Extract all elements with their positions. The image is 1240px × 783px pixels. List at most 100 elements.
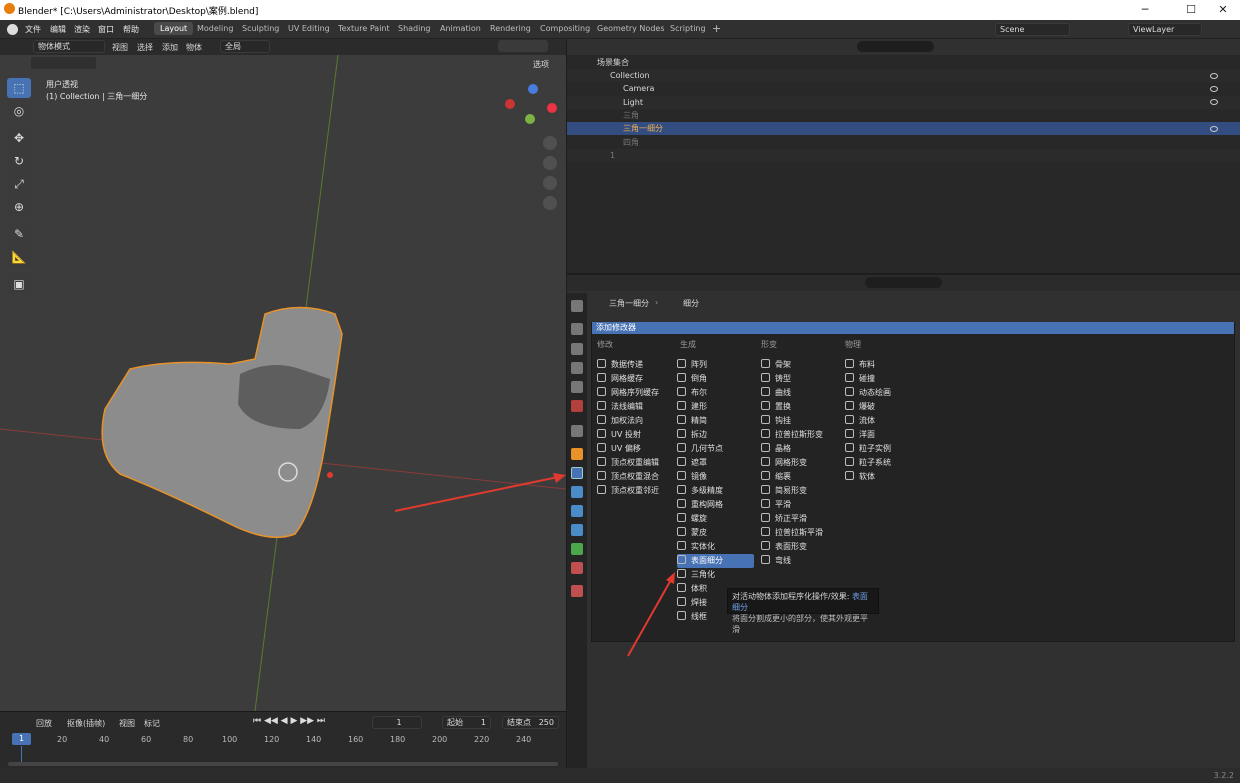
outliner-row-collection[interactable]: Collection bbox=[567, 69, 1240, 82]
outliner-row-quad[interactable]: 四角 bbox=[567, 136, 1240, 149]
add-cube-tool-icon[interactable]: ▣ bbox=[7, 274, 31, 294]
3d-viewport[interactable] bbox=[0, 39, 566, 711]
tab-shading[interactable]: Shading bbox=[398, 24, 431, 33]
outliner-row-triangle[interactable]: 三角 bbox=[567, 109, 1240, 122]
outliner-row-extra[interactable]: 1 bbox=[567, 149, 1240, 162]
modifier-item[interactable]: 弯线 bbox=[761, 554, 841, 568]
modifier-item[interactable]: 顶点权重邻近 bbox=[597, 484, 673, 498]
modifier-item[interactable]: 洋面 bbox=[845, 428, 925, 442]
modifier-tab-icon[interactable] bbox=[571, 467, 583, 479]
modifier-item[interactable]: UV 偏移 bbox=[597, 442, 673, 456]
maximize-icon[interactable]: ☐ bbox=[1176, 2, 1206, 18]
minimize-icon[interactable]: ─ bbox=[1130, 2, 1160, 18]
modifier-item[interactable]: 骨架 bbox=[761, 358, 841, 372]
modifier-item[interactable]: 置换 bbox=[761, 400, 841, 414]
modifier-item[interactable]: 网格缓存 bbox=[597, 372, 673, 386]
menu-render[interactable]: 渲染 bbox=[74, 24, 90, 35]
modifier-item[interactable]: 爆破 bbox=[845, 400, 925, 414]
tab-scripting[interactable]: Scripting bbox=[670, 24, 706, 33]
modifier-item[interactable]: 矫正平滑 bbox=[761, 512, 841, 526]
modifier-item[interactable]: 曲线 bbox=[761, 386, 841, 400]
modifier-item[interactable]: 网格序列缓存 bbox=[597, 386, 673, 400]
modifier-item[interactable]: UV 投射 bbox=[597, 428, 673, 442]
timeline-menu-keying[interactable]: 抠像(插帧) bbox=[67, 718, 105, 729]
select-box-tool-icon[interactable]: ⬚ bbox=[7, 78, 31, 98]
modifier-item[interactable]: 晶格 bbox=[761, 442, 841, 456]
modifier-item[interactable]: 软体 bbox=[845, 470, 925, 484]
start-frame-field[interactable]: 起始 1 bbox=[442, 716, 491, 729]
menu-edit[interactable]: 编辑 bbox=[50, 24, 66, 35]
modifier-item[interactable]: 流体 bbox=[845, 414, 925, 428]
add-workspace-icon[interactable]: + bbox=[712, 22, 721, 35]
timeline-scrollbar[interactable] bbox=[8, 762, 558, 766]
scene-selector[interactable]: Scene bbox=[995, 23, 1070, 36]
modifier-item[interactable]: 拉普拉斯平滑 bbox=[761, 526, 841, 540]
modifier-item[interactable]: 镜像 bbox=[677, 470, 754, 484]
modifier-item[interactable]: 钩挂 bbox=[761, 414, 841, 428]
tab-layout[interactable]: Layout bbox=[154, 22, 194, 35]
render-tab-icon[interactable] bbox=[571, 323, 583, 335]
close-icon[interactable]: ✕ bbox=[1208, 2, 1238, 18]
visibility-eye-icon[interactable] bbox=[1210, 99, 1218, 105]
modifier-item[interactable]: 表面细分 bbox=[677, 554, 754, 568]
modifier-item[interactable]: 三角化 bbox=[677, 568, 754, 582]
outliner-search[interactable] bbox=[857, 41, 934, 52]
visibility-eye-icon[interactable] bbox=[1210, 126, 1218, 132]
modifier-item[interactable]: 网格形变 bbox=[761, 456, 841, 470]
outliner-row-scene-collection[interactable]: 场景集合 bbox=[567, 56, 1240, 69]
physics-tab-icon[interactable] bbox=[571, 505, 583, 517]
output-tab-icon[interactable] bbox=[571, 343, 583, 355]
modifier-item[interactable]: 遮罩 bbox=[677, 456, 754, 470]
outliner-row-triangle-subdiv[interactable]: 三角一细分 bbox=[567, 122, 1240, 135]
tab-rendering[interactable]: Rendering bbox=[490, 24, 531, 33]
shading-modes[interactable] bbox=[498, 40, 548, 52]
modifier-item[interactable]: 动态绘画 bbox=[845, 386, 925, 400]
mode-selector[interactable]: 物体模式 bbox=[33, 40, 105, 53]
modifier-item[interactable]: 重构网格 bbox=[677, 498, 754, 512]
constraints-tab-icon[interactable] bbox=[571, 524, 583, 536]
modifier-item[interactable]: 阵列 bbox=[677, 358, 754, 372]
tab-animation[interactable]: Animation bbox=[440, 24, 481, 33]
world-tab-icon[interactable] bbox=[571, 400, 583, 412]
properties-search[interactable] bbox=[865, 277, 942, 288]
particles-tab-icon[interactable] bbox=[571, 486, 583, 498]
transform-orientation[interactable]: 全局 bbox=[220, 40, 270, 53]
add-modifier-button[interactable]: 添加修改器 bbox=[592, 322, 1234, 334]
options-dropdown[interactable]: 选项 bbox=[533, 59, 549, 70]
vp-menu-select[interactable]: 选择 bbox=[137, 42, 153, 53]
measure-tool-icon[interactable]: 📐 bbox=[7, 247, 31, 267]
modifier-item[interactable]: 碰撞 bbox=[845, 372, 925, 386]
tab-modeling[interactable]: Modeling bbox=[197, 24, 233, 33]
collection-tab-icon[interactable] bbox=[571, 425, 583, 437]
texture-tab-icon[interactable] bbox=[571, 585, 583, 597]
vp-menu-object[interactable]: 物体 bbox=[186, 42, 202, 53]
selection-mode-buttons[interactable] bbox=[31, 57, 96, 69]
vp-menu-add[interactable]: 添加 bbox=[162, 42, 178, 53]
modifier-item[interactable]: 多级精度 bbox=[677, 484, 754, 498]
viewlayer-selector[interactable]: ViewLayer bbox=[1128, 23, 1202, 36]
scale-tool-icon[interactable]: ⤢ bbox=[7, 174, 31, 194]
end-frame-field[interactable]: 结束点 250 bbox=[502, 716, 559, 729]
modifier-item[interactable]: 布尔 bbox=[677, 386, 754, 400]
move-tool-icon[interactable]: ✥ bbox=[7, 128, 31, 148]
tab-texture-paint[interactable]: Texture Paint bbox=[338, 24, 390, 33]
modifier-item[interactable]: 顶点权重混合 bbox=[597, 470, 673, 484]
view-layer-tab-icon[interactable] bbox=[571, 362, 583, 374]
playhead[interactable]: 1 bbox=[12, 733, 31, 745]
modifier-item[interactable]: 法线编辑 bbox=[597, 400, 673, 414]
material-tab-icon[interactable] bbox=[571, 562, 583, 574]
zoom-icon[interactable] bbox=[543, 136, 557, 150]
transform-tool-icon[interactable]: ⊕ bbox=[7, 197, 31, 217]
modifier-item[interactable]: 数据传递 bbox=[597, 358, 673, 372]
tab-compositing[interactable]: Compositing bbox=[540, 24, 590, 33]
blender-menu-icon[interactable] bbox=[7, 24, 18, 35]
modifier-item[interactable]: 倒角 bbox=[677, 372, 754, 386]
outliner-row-camera[interactable]: Camera bbox=[567, 82, 1240, 95]
data-tab-icon[interactable] bbox=[571, 543, 583, 555]
modifier-item[interactable]: 几何节点 bbox=[677, 442, 754, 456]
modifier-item[interactable]: 缩裹 bbox=[761, 470, 841, 484]
modifier-item[interactable]: 简易形变 bbox=[761, 484, 841, 498]
modifier-item[interactable]: 平滑 bbox=[761, 498, 841, 512]
vp-menu-view[interactable]: 视图 bbox=[112, 42, 128, 53]
timeline-menu-marker[interactable]: 标记 bbox=[144, 718, 160, 729]
